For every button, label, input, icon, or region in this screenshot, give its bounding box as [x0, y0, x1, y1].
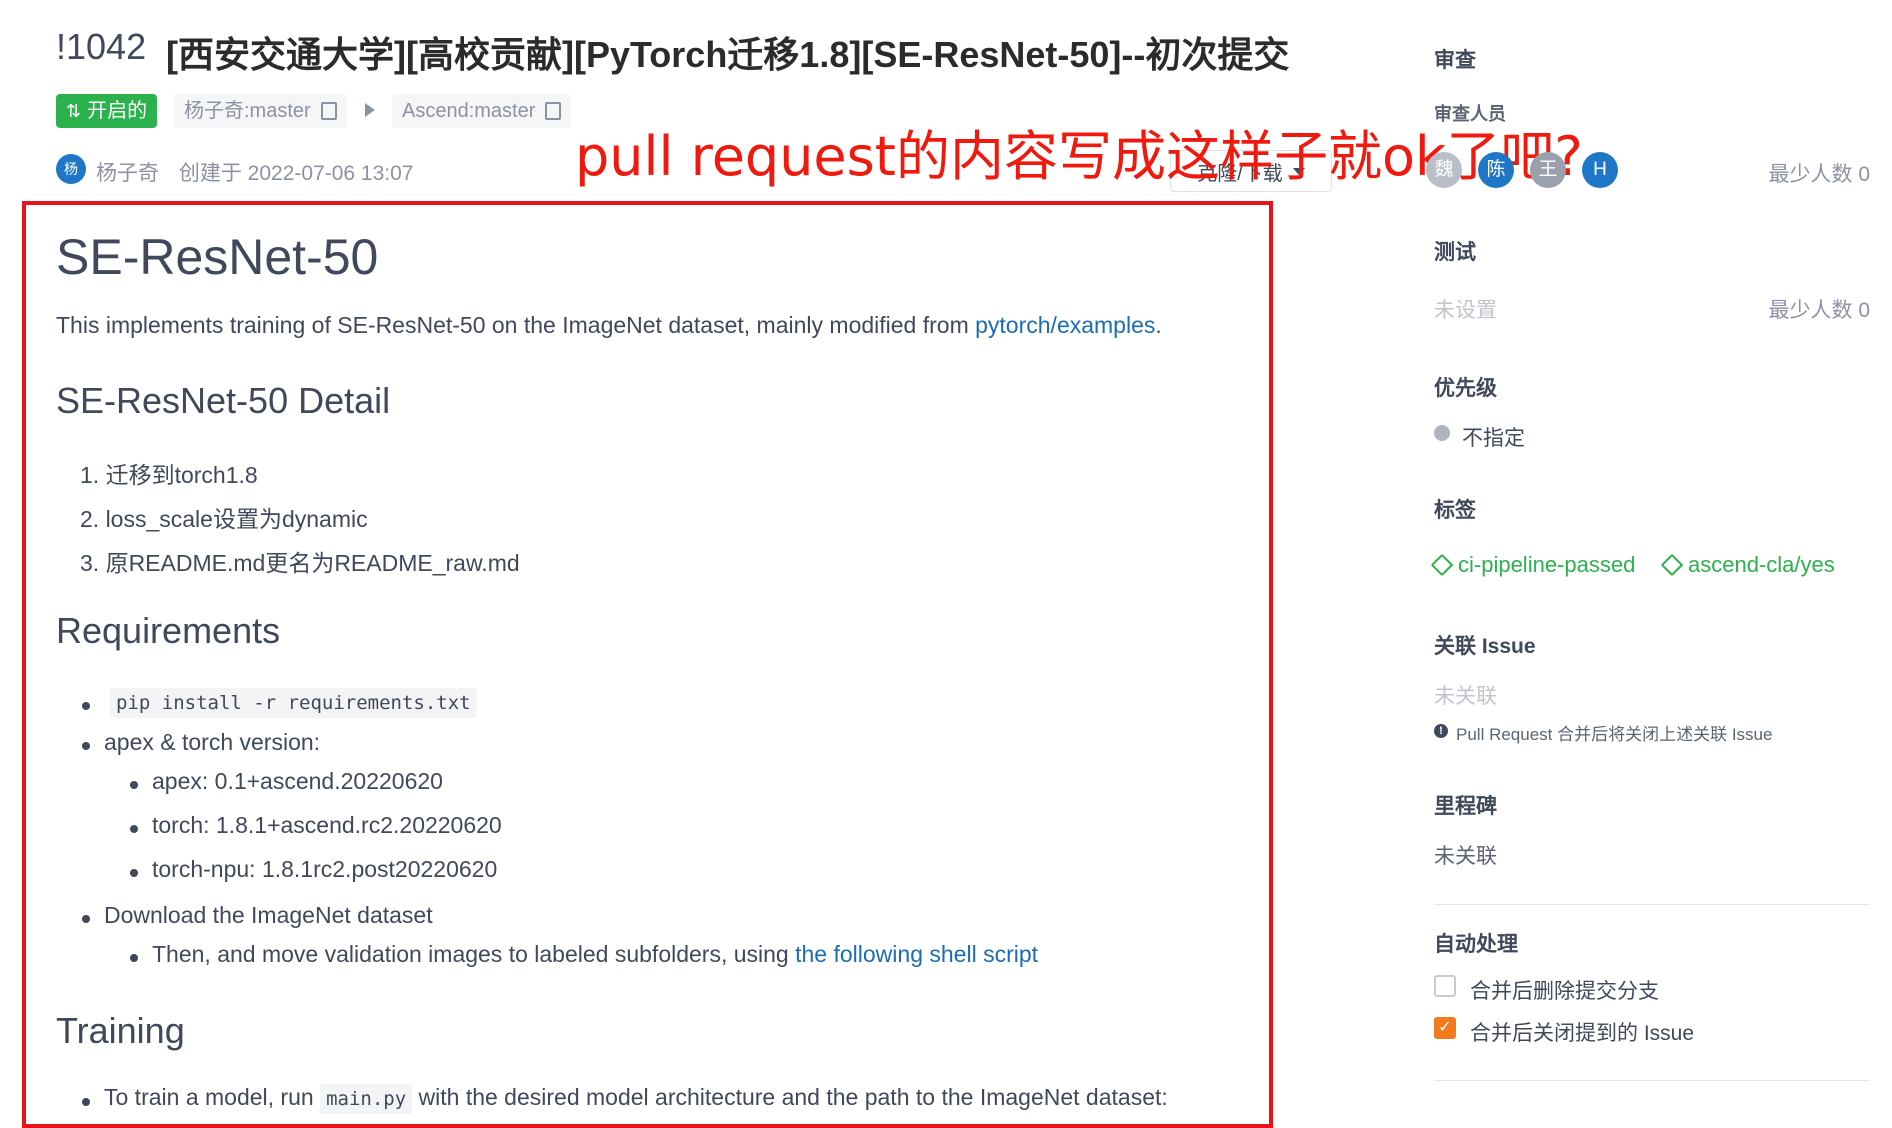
priority-heading: 优先级	[1434, 377, 1497, 400]
main-py-code: main.py	[320, 1084, 413, 1114]
delete-branch-checkbox[interactable]	[1434, 975, 1456, 997]
list-item: 1. 迁移到torch1.8	[80, 462, 258, 488]
status-badge: ⇅ 开启的	[56, 94, 158, 128]
milestone-value[interactable]: 未关联	[1434, 840, 1497, 870]
shell-script-link[interactable]: the following shell script	[795, 941, 1038, 967]
bullet	[130, 869, 138, 877]
bullet	[82, 702, 90, 710]
list-item: Then, and move validation images to labe…	[152, 941, 1038, 968]
target-branch[interactable]: Ascend:master	[392, 94, 572, 128]
priority-dot-icon	[1434, 425, 1450, 441]
train-pre: To train a model, run	[104, 1084, 314, 1110]
test-heading: 测试	[1434, 241, 1476, 264]
bullet	[82, 742, 90, 750]
target-branch-label: Ascend:master	[402, 100, 536, 122]
avatar[interactable]: 陈	[1478, 152, 1514, 188]
intro-text: This implements training of SE-ResNet-50…	[56, 312, 969, 338]
label-text: ascend-cla/yes	[1688, 552, 1835, 577]
source-branch[interactable]: 杨子奇:master	[174, 94, 347, 128]
list-item: To train a model, run main.py with the d…	[104, 1084, 1168, 1114]
pull-request-icon: ⇅	[66, 101, 82, 121]
detail-heading: SE-ResNet-50 Detail	[56, 380, 391, 421]
avatar[interactable]: 魏	[1426, 152, 1462, 188]
milestone-heading: 里程碑	[1434, 795, 1497, 818]
list-item: apex & torch version:	[104, 729, 321, 755]
annotation-box	[22, 201, 1273, 1128]
train-post: with the desired model architecture and …	[418, 1084, 1168, 1110]
bullet	[82, 915, 90, 923]
avatar[interactable]: 杨	[56, 154, 86, 184]
list-item: 2. loss_scale设置为dynamic	[80, 506, 368, 532]
list-item: torch-npu: 1.8.1rc2.post20220620	[152, 856, 498, 882]
bullet	[130, 954, 138, 962]
intro-end: .	[1155, 312, 1162, 338]
copy-icon[interactable]	[320, 102, 337, 120]
list-item: 3. 原README.md更名为README_raw.md	[80, 550, 520, 576]
created-time: 创建于 2022-07-06 13:07	[178, 162, 414, 185]
list-item: pip install -r requirements.txt	[110, 688, 477, 718]
bullet	[130, 781, 138, 789]
source-branch-label: 杨子奇:master	[184, 100, 311, 122]
reviewers-label: 审查人员	[1434, 104, 1506, 124]
pr-id: !1042	[56, 26, 147, 67]
label-text: ci-pipeline-passed	[1458, 552, 1636, 577]
branch-arrow-icon	[365, 103, 375, 117]
requirements-heading: Requirements	[56, 610, 281, 651]
issue-heading: 关联 Issue	[1434, 635, 1536, 658]
delete-branch-label: 合并后删除提交分支	[1470, 980, 1659, 1003]
priority-value[interactable]: 不指定	[1462, 422, 1525, 452]
divider	[1434, 1080, 1870, 1081]
bullet	[130, 825, 138, 833]
avatar[interactable]: 王	[1530, 152, 1566, 188]
description-title: SE-ResNet-50	[56, 229, 379, 285]
intro-paragraph: This implements training of SE-ResNet-50…	[56, 312, 1162, 339]
training-heading: Training	[56, 1010, 185, 1051]
review-heading: 审查	[1434, 49, 1476, 72]
author-line: 杨子奇 创建于 2022-07-06 13:07	[96, 157, 413, 187]
issue-note: Pull Request 合并后将关闭上述关联 Issue	[1456, 725, 1773, 744]
divider	[1434, 904, 1870, 905]
avatar[interactable]: H	[1582, 152, 1618, 188]
auto-heading: 自动处理	[1434, 933, 1518, 956]
author-name[interactable]: 杨子奇	[96, 162, 159, 185]
tag-icon	[1430, 553, 1454, 577]
bullet	[82, 1098, 90, 1106]
labels-heading: 标签	[1434, 499, 1476, 522]
close-issue-label: 合并后关闭提到的 Issue	[1470, 1022, 1695, 1045]
status-badge-label: 开启的	[87, 100, 148, 122]
info-icon: !	[1434, 724, 1448, 738]
tag-icon	[1660, 553, 1684, 577]
test-value: 未设置	[1434, 299, 1497, 322]
copy-icon[interactable]	[545, 102, 562, 120]
pytorch-examples-link[interactable]: pytorch/examples	[975, 312, 1155, 338]
label-ascend-cla-yes[interactable]: ascend-cla/yes	[1660, 552, 1835, 578]
reviewers-min-count: 最少人数 0	[1768, 163, 1870, 186]
pr-title: [西安交通大学][高校贡献][PyTorch迁移1.8][SE-ResNet-5…	[166, 34, 1290, 75]
test-min-count: 最少人数 0	[1768, 299, 1870, 322]
list-item: apex: 0.1+ascend.20220620	[152, 768, 443, 794]
close-issue-checkbox[interactable]: ✓	[1434, 1017, 1456, 1039]
list-item: Download the ImageNet dataset	[104, 902, 433, 928]
label-ci-pipeline-passed[interactable]: ci-pipeline-passed	[1430, 552, 1636, 578]
then-text: Then, and move validation images to labe…	[152, 941, 789, 967]
issue-value: 未关联	[1434, 685, 1497, 708]
list-item: torch: 1.8.1+ascend.rc2.20220620	[152, 812, 502, 838]
install-code: pip install -r requirements.txt	[110, 688, 477, 718]
